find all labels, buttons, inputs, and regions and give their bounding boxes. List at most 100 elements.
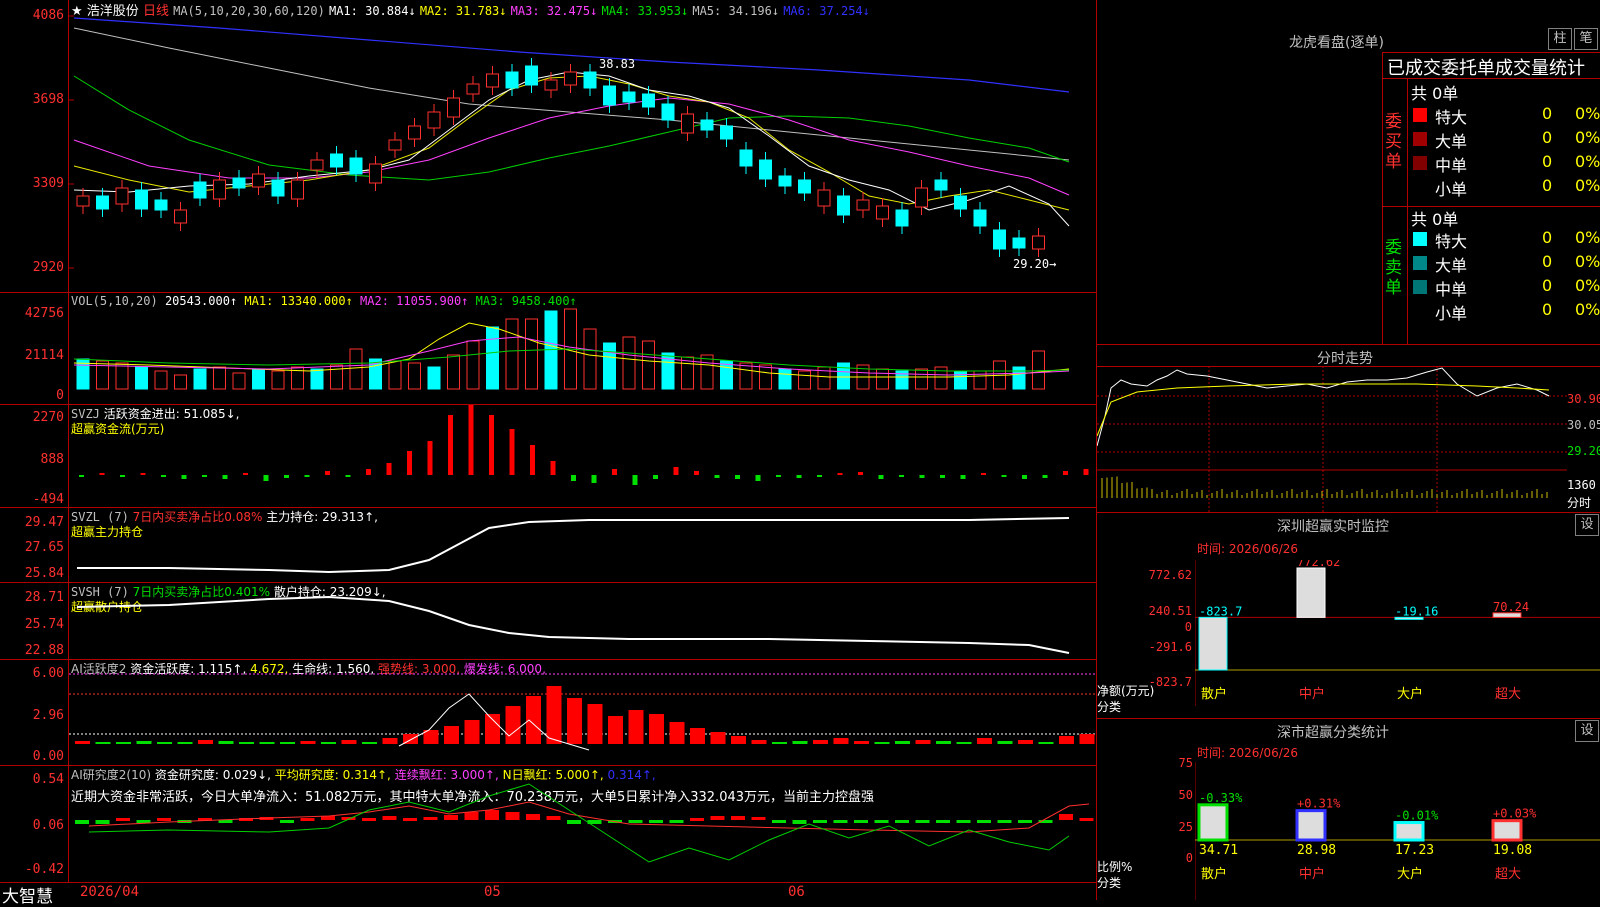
classify-category-label: 中户	[1299, 866, 1325, 882]
bar-mode-button[interactable]: 柱	[1548, 28, 1572, 50]
intraday-chart[interactable]	[1097, 366, 1567, 512]
svzj-bar	[202, 475, 207, 477]
volume-bar	[427, 366, 441, 390]
ai1-bar	[239, 742, 254, 744]
candle	[115, 187, 129, 205]
classify-change-label: +0.31%	[1297, 797, 1341, 811]
monitor-title: 深圳超赢实时监控	[1277, 519, 1389, 535]
ai1-bar	[977, 738, 992, 744]
svzj-bar	[530, 445, 535, 475]
brand-logo[interactable]: 大智慧	[2, 882, 53, 907]
classify-chart[interactable]: -0.33% 34.71 散户 +0.31% 28.98 中户 -0.01% 17.23 大户 +…	[1195, 762, 1600, 900]
ai1-bar	[649, 714, 664, 744]
svzj-chart[interactable]	[69, 405, 1096, 507]
volume-bar	[310, 368, 324, 390]
price-y-label: 4086	[32, 8, 64, 23]
order-percent: 0%	[1575, 152, 1600, 171]
classify-y-label: 25	[1178, 820, 1193, 834]
ai1-bar	[1059, 736, 1074, 744]
candle	[856, 199, 870, 211]
ai1-y-label: 2.96	[32, 708, 64, 723]
order-size-label: 大单	[1435, 256, 1468, 275]
svzl-chart[interactable]	[69, 508, 1096, 582]
svsh-y-label: 28.71	[24, 590, 64, 605]
ai2-bar	[833, 820, 848, 823]
svzj-bar	[653, 475, 658, 479]
svzj-bar	[837, 473, 843, 475]
ai2-bar	[526, 814, 540, 820]
price-chart[interactable]: 38.83 29.20→	[69, 0, 1096, 298]
ai2-chart[interactable]	[69, 766, 1096, 882]
svzj-bar	[960, 475, 966, 479]
ai2-bar	[95, 820, 110, 824]
order-size-label: 中单	[1435, 156, 1468, 175]
classify-settings-button[interactable]: 设	[1575, 720, 1599, 742]
svzj-bar	[325, 471, 330, 475]
volume-bar	[954, 370, 967, 390]
svzj-bar	[1001, 475, 1007, 477]
svzj-bar	[919, 475, 925, 478]
svzj-bar	[899, 475, 904, 477]
monitor-y-label: 0	[1184, 620, 1192, 634]
monitor-chart[interactable]: -823.7 散户 772.62 中户 -19.16 大户 70.24 超大	[1195, 560, 1600, 716]
volume-bar	[486, 326, 499, 390]
candle	[583, 71, 597, 89]
candle	[876, 205, 889, 220]
volume-bar	[583, 328, 597, 390]
classify-category-label: 超大	[1495, 867, 1521, 882]
svzj-bar	[161, 475, 166, 477]
order-percent: 0%	[1575, 300, 1600, 319]
classify-bar	[1295, 809, 1327, 842]
svzj-bar	[1022, 475, 1027, 479]
ai2-bar	[854, 820, 868, 823]
ai2-y-label: 0.06	[32, 818, 64, 833]
ai1-bar	[936, 741, 951, 744]
vol-y-label: 0	[56, 388, 64, 403]
ai1-bar	[444, 726, 459, 744]
volume-chart[interactable]	[69, 293, 1096, 405]
tick-mode-button[interactable]: 笔	[1574, 28, 1598, 50]
candle	[739, 149, 753, 167]
ai2-bar	[218, 820, 233, 823]
svsh-chart[interactable]	[69, 583, 1096, 659]
candle	[135, 189, 148, 210]
ai2-bar	[792, 820, 807, 824]
svzj-bar	[714, 475, 720, 478]
ai1-chart[interactable]	[69, 660, 1096, 764]
ai1-bar	[751, 740, 767, 744]
volume-bar	[778, 368, 792, 390]
ai1-bar	[546, 686, 562, 744]
vol-y-label: 42756	[24, 306, 64, 321]
ai2-bar	[956, 820, 971, 823]
monitor-settings-button[interactable]: 设	[1575, 514, 1599, 536]
buy-side-label: 委买单	[1385, 112, 1402, 172]
order-percent: 0%	[1575, 176, 1600, 195]
main-chart-area[interactable]: ★ 浩洋股份 日线 MA(5,10,20,30,60,120) MA1: 30.…	[0, 0, 1097, 907]
ai2-bar	[567, 820, 581, 824]
candle	[369, 163, 382, 184]
order-color-swatch	[1413, 156, 1427, 170]
candle	[447, 97, 460, 118]
ai2-bar	[505, 812, 520, 820]
volume-bar	[915, 368, 928, 390]
ai1-bar	[874, 742, 890, 744]
classify-category-label: 散户	[1201, 866, 1227, 882]
candle	[817, 189, 831, 207]
candle	[388, 139, 402, 151]
ai1-bar	[505, 706, 521, 744]
candle	[622, 91, 636, 103]
volume-bar	[408, 362, 421, 390]
candle	[837, 195, 850, 216]
candle	[349, 157, 363, 175]
ai2-bar	[813, 820, 827, 823]
ai1-bar	[157, 742, 172, 744]
svzj-bar	[940, 475, 945, 478]
ai1-bar	[95, 742, 111, 744]
candle	[681, 113, 694, 134]
order-count: 0	[1542, 176, 1553, 195]
ai1-bar	[116, 742, 131, 744]
intraday-vol-label: 1360	[1567, 478, 1596, 492]
classify-cat-label: 分类	[1097, 876, 1122, 890]
ma4-line	[73, 75, 1070, 181]
volume-bar	[739, 362, 753, 390]
